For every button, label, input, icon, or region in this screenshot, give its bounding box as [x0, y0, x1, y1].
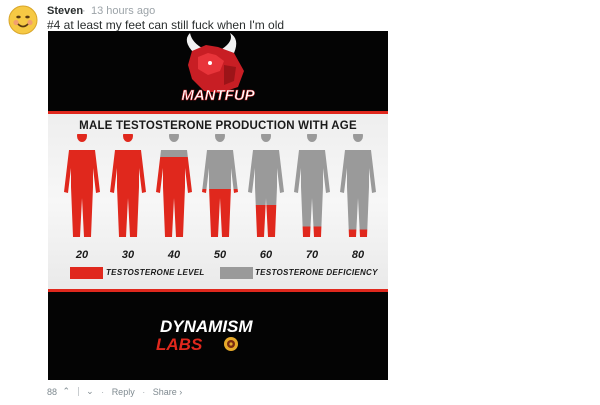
legend-label-level: TESTOSTERONE LEVEL [106, 268, 205, 277]
age-label: 30 [122, 249, 135, 261]
comment-timestamp[interactable]: 13 hours ago [91, 5, 155, 17]
bottom-logo-line1: DYNAMISM [160, 317, 253, 336]
age-label: 80 [352, 249, 365, 261]
upvote-count: 88 [47, 386, 58, 397]
age-label: 50 [214, 249, 227, 261]
age-label: 20 [75, 249, 89, 261]
panel-border-bottom [48, 289, 388, 292]
age-label: 40 [167, 249, 181, 261]
action-separator: · [142, 386, 146, 397]
comment-author[interactable]: Steven [47, 5, 83, 17]
chevron-up-icon[interactable]: ⌃ [63, 386, 71, 397]
avatar[interactable] [8, 5, 38, 35]
figure-age-80 [340, 134, 376, 237]
figure-age-50 [202, 134, 238, 237]
gear-emblem-icon [224, 337, 238, 351]
meme-image[interactable]: MANTFUP MALE TESTOSTERONE PRODUCTION WIT… [48, 31, 388, 380]
figure-age-70 [294, 134, 330, 237]
top-logo-text: MANTFUP [181, 87, 255, 104]
reply-button[interactable]: Reply [112, 387, 135, 397]
legend-swatch-level [70, 267, 103, 279]
vote-divider [77, 387, 79, 397]
legend-label-deficiency: TESTOSTERONE DEFICIENCY [255, 268, 378, 277]
figure-age-30 [110, 134, 146, 237]
bottom-logo-line2: LABS [156, 335, 203, 354]
comment-actions: 88 ⌃ ⌄ · Reply · Share › [47, 386, 182, 397]
panel-border-top [48, 111, 388, 114]
figure-age-60 [248, 134, 284, 237]
chevron-down-icon[interactable]: ⌄ [86, 386, 94, 397]
figure-age-20 [64, 134, 100, 237]
chart-title: MALE TESTOSTERONE PRODUCTION WITH AGE [79, 120, 357, 132]
figure-age-40 [156, 134, 192, 237]
age-label: 70 [306, 249, 319, 261]
age-label: 60 [260, 249, 273, 261]
testosterone-chart: 20 30 40 50 60 70 80 [64, 134, 376, 261]
author-separator: · [82, 5, 86, 17]
legend-swatch-deficiency [220, 267, 253, 279]
comment-text: #4 at least my feet can still fuck when … [47, 18, 285, 32]
action-separator: · [101, 386, 105, 397]
share-button[interactable]: Share › [153, 387, 183, 397]
dynamism-labs-logo: DYNAMISM LABS [156, 317, 253, 354]
top-logo-wordmark: MANTFUP [181, 87, 256, 105]
